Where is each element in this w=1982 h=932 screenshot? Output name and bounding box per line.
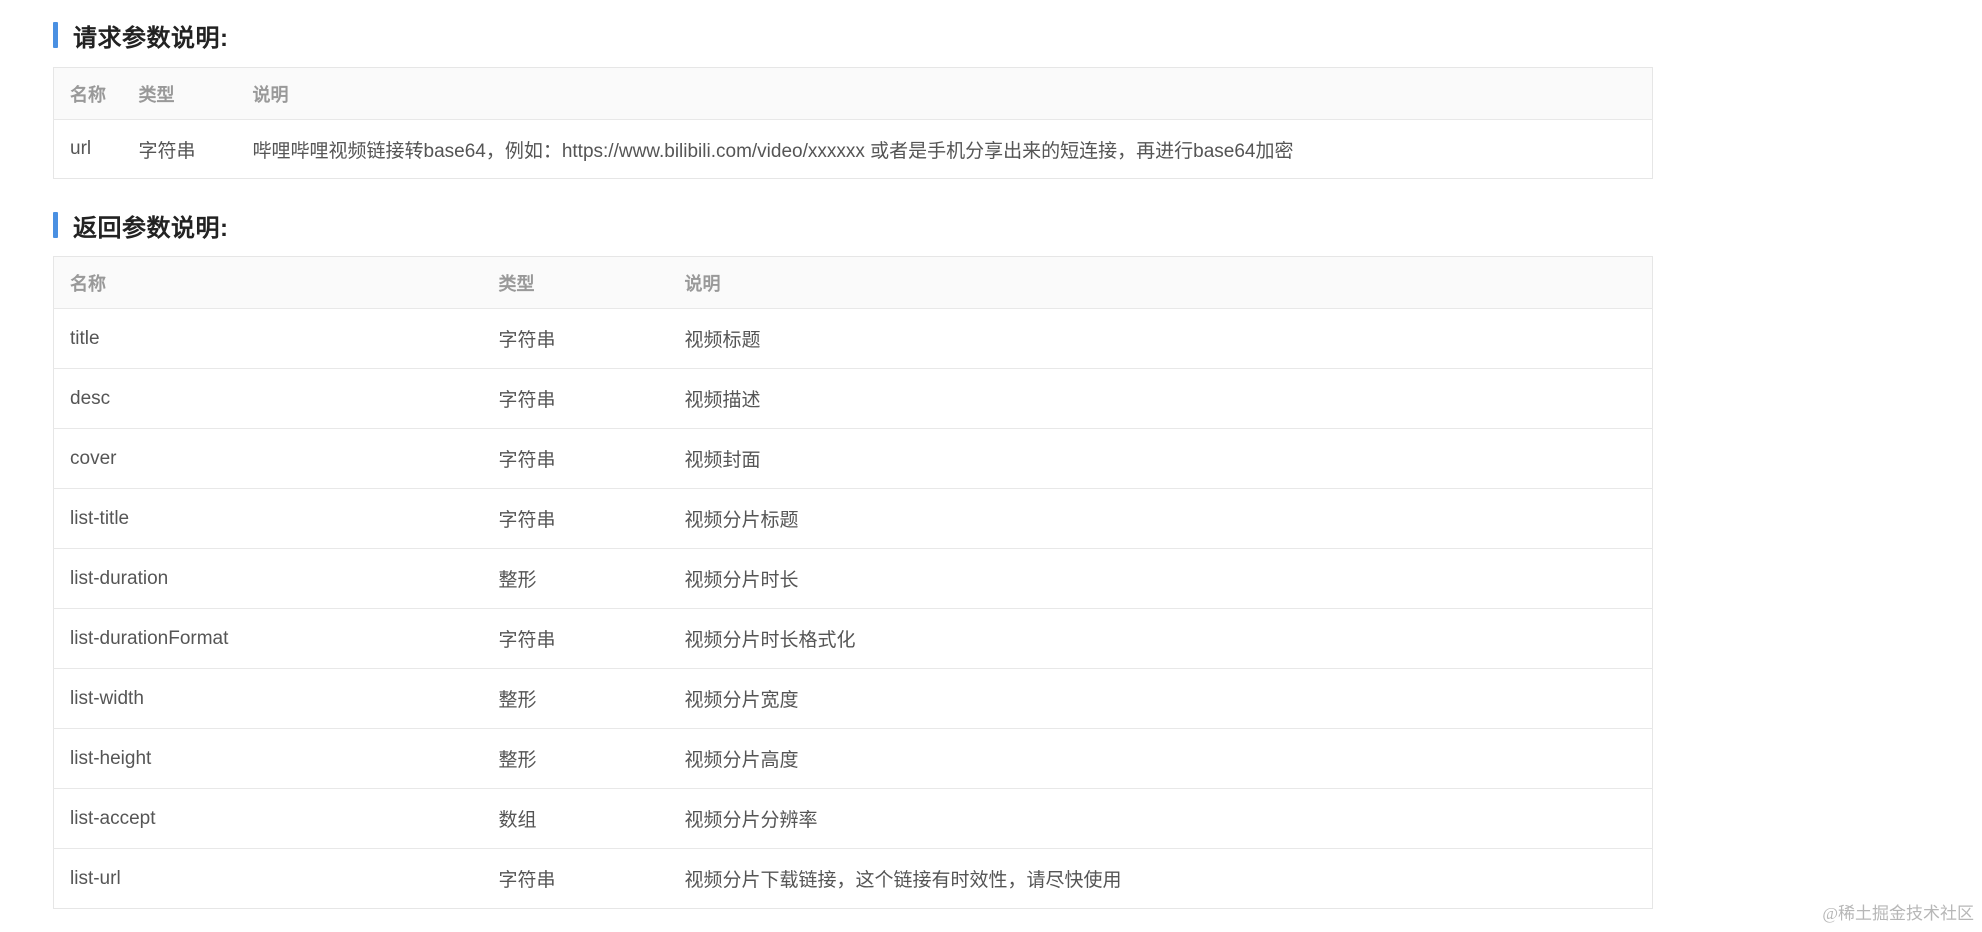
param-desc: 视频分片分辨率 <box>668 788 1653 849</box>
column-header-type: 类型 <box>482 256 669 309</box>
table-row: url 字符串 哔哩哔哩视频链接转base64，例如：https://www.b… <box>54 120 1653 179</box>
param-desc: 视频分片标题 <box>668 488 1653 549</box>
table-row: list-duration 整形 视频分片时长 <box>53 548 1653 609</box>
param-type: 字符串 <box>482 368 669 429</box>
param-name: list-url <box>70 867 121 889</box>
table-row: list-width 整形 视频分片宽度 <box>53 668 1653 729</box>
param-name: desc <box>53 368 483 429</box>
response-params-table: 名称 类型 说明 title 字符串 视频标题 desc 字符串 视频描述 co… <box>53 256 1653 909</box>
param-desc: 视频分片时长格式化 <box>668 608 1653 669</box>
param-desc: 视频分片高度 <box>668 728 1653 789</box>
param-desc: 视频描述 <box>668 368 1653 429</box>
column-header-type: 类型 <box>122 67 237 120</box>
watermark: @稀土掘金技术社区 <box>1822 904 1974 923</box>
response-params-title: 返回参数说明: <box>73 214 229 242</box>
param-name: url <box>70 138 92 159</box>
param-name: list-durationFormat <box>53 608 483 669</box>
column-header-name: 名称 <box>53 67 123 120</box>
param-type: 字符串 <box>482 608 669 669</box>
param-type: 字符串 <box>482 488 669 549</box>
column-header-desc: 说明 <box>236 67 1653 120</box>
request-params-heading: 请求参数说明: <box>53 18 229 52</box>
heading-accent-bar <box>53 212 58 238</box>
param-desc: 视频分片时长 <box>668 548 1653 609</box>
param-desc: 视频标题 <box>668 308 1653 369</box>
table-header-row: 名称 类型 说明 <box>53 67 1653 120</box>
param-name: list-duration <box>53 548 483 609</box>
request-params-title: 请求参数说明: <box>73 24 229 52</box>
param-name: title <box>53 308 483 369</box>
param-desc: 视频封面 <box>668 428 1653 489</box>
param-desc: 哔哩哔哩视频链接转base64，例如：https://www.bilibili.… <box>252 140 1294 162</box>
table-row: list-url 字符串 视频分片下载链接，这个链接有时效性，请尽快使用 <box>54 849 1653 909</box>
heading-accent-bar <box>53 22 58 48</box>
param-name: list-title <box>53 488 483 549</box>
param-type: 数组 <box>482 788 669 849</box>
param-type: 整形 <box>482 728 669 789</box>
param-type: 字符串 <box>498 870 556 891</box>
param-type: 字符串 <box>138 140 196 162</box>
request-params-table: 名称 类型 说明 url 字符串 哔哩哔哩视频链接转base64，例如：http… <box>53 67 1653 179</box>
param-desc: 视频分片宽度 <box>668 668 1653 729</box>
param-name: list-width <box>53 668 483 729</box>
table-row: cover 字符串 视频封面 <box>53 428 1653 489</box>
table-header-row: 名称 类型 说明 <box>53 256 1653 309</box>
table-row: desc 字符串 视频描述 <box>53 368 1653 429</box>
response-params-heading: 返回参数说明: <box>53 208 229 242</box>
table-row: list-accept 数组 视频分片分辨率 <box>53 788 1653 849</box>
param-type: 整形 <box>482 548 669 609</box>
param-desc: 视频分片下载链接，这个链接有时效性，请尽快使用 <box>684 870 1122 891</box>
table-row: list-height 整形 视频分片高度 <box>53 728 1653 789</box>
table-row: list-durationFormat 字符串 视频分片时长格式化 <box>53 608 1653 669</box>
table-row: title 字符串 视频标题 <box>53 308 1653 369</box>
column-header-desc: 说明 <box>668 256 1653 309</box>
column-header-name: 名称 <box>53 256 483 309</box>
param-name: list-height <box>53 728 483 789</box>
param-type: 字符串 <box>482 428 669 489</box>
param-type: 字符串 <box>482 308 669 369</box>
table-row: list-title 字符串 视频分片标题 <box>53 488 1653 549</box>
param-name: list-accept <box>53 788 483 849</box>
param-type: 整形 <box>482 668 669 729</box>
param-name: cover <box>53 428 483 489</box>
